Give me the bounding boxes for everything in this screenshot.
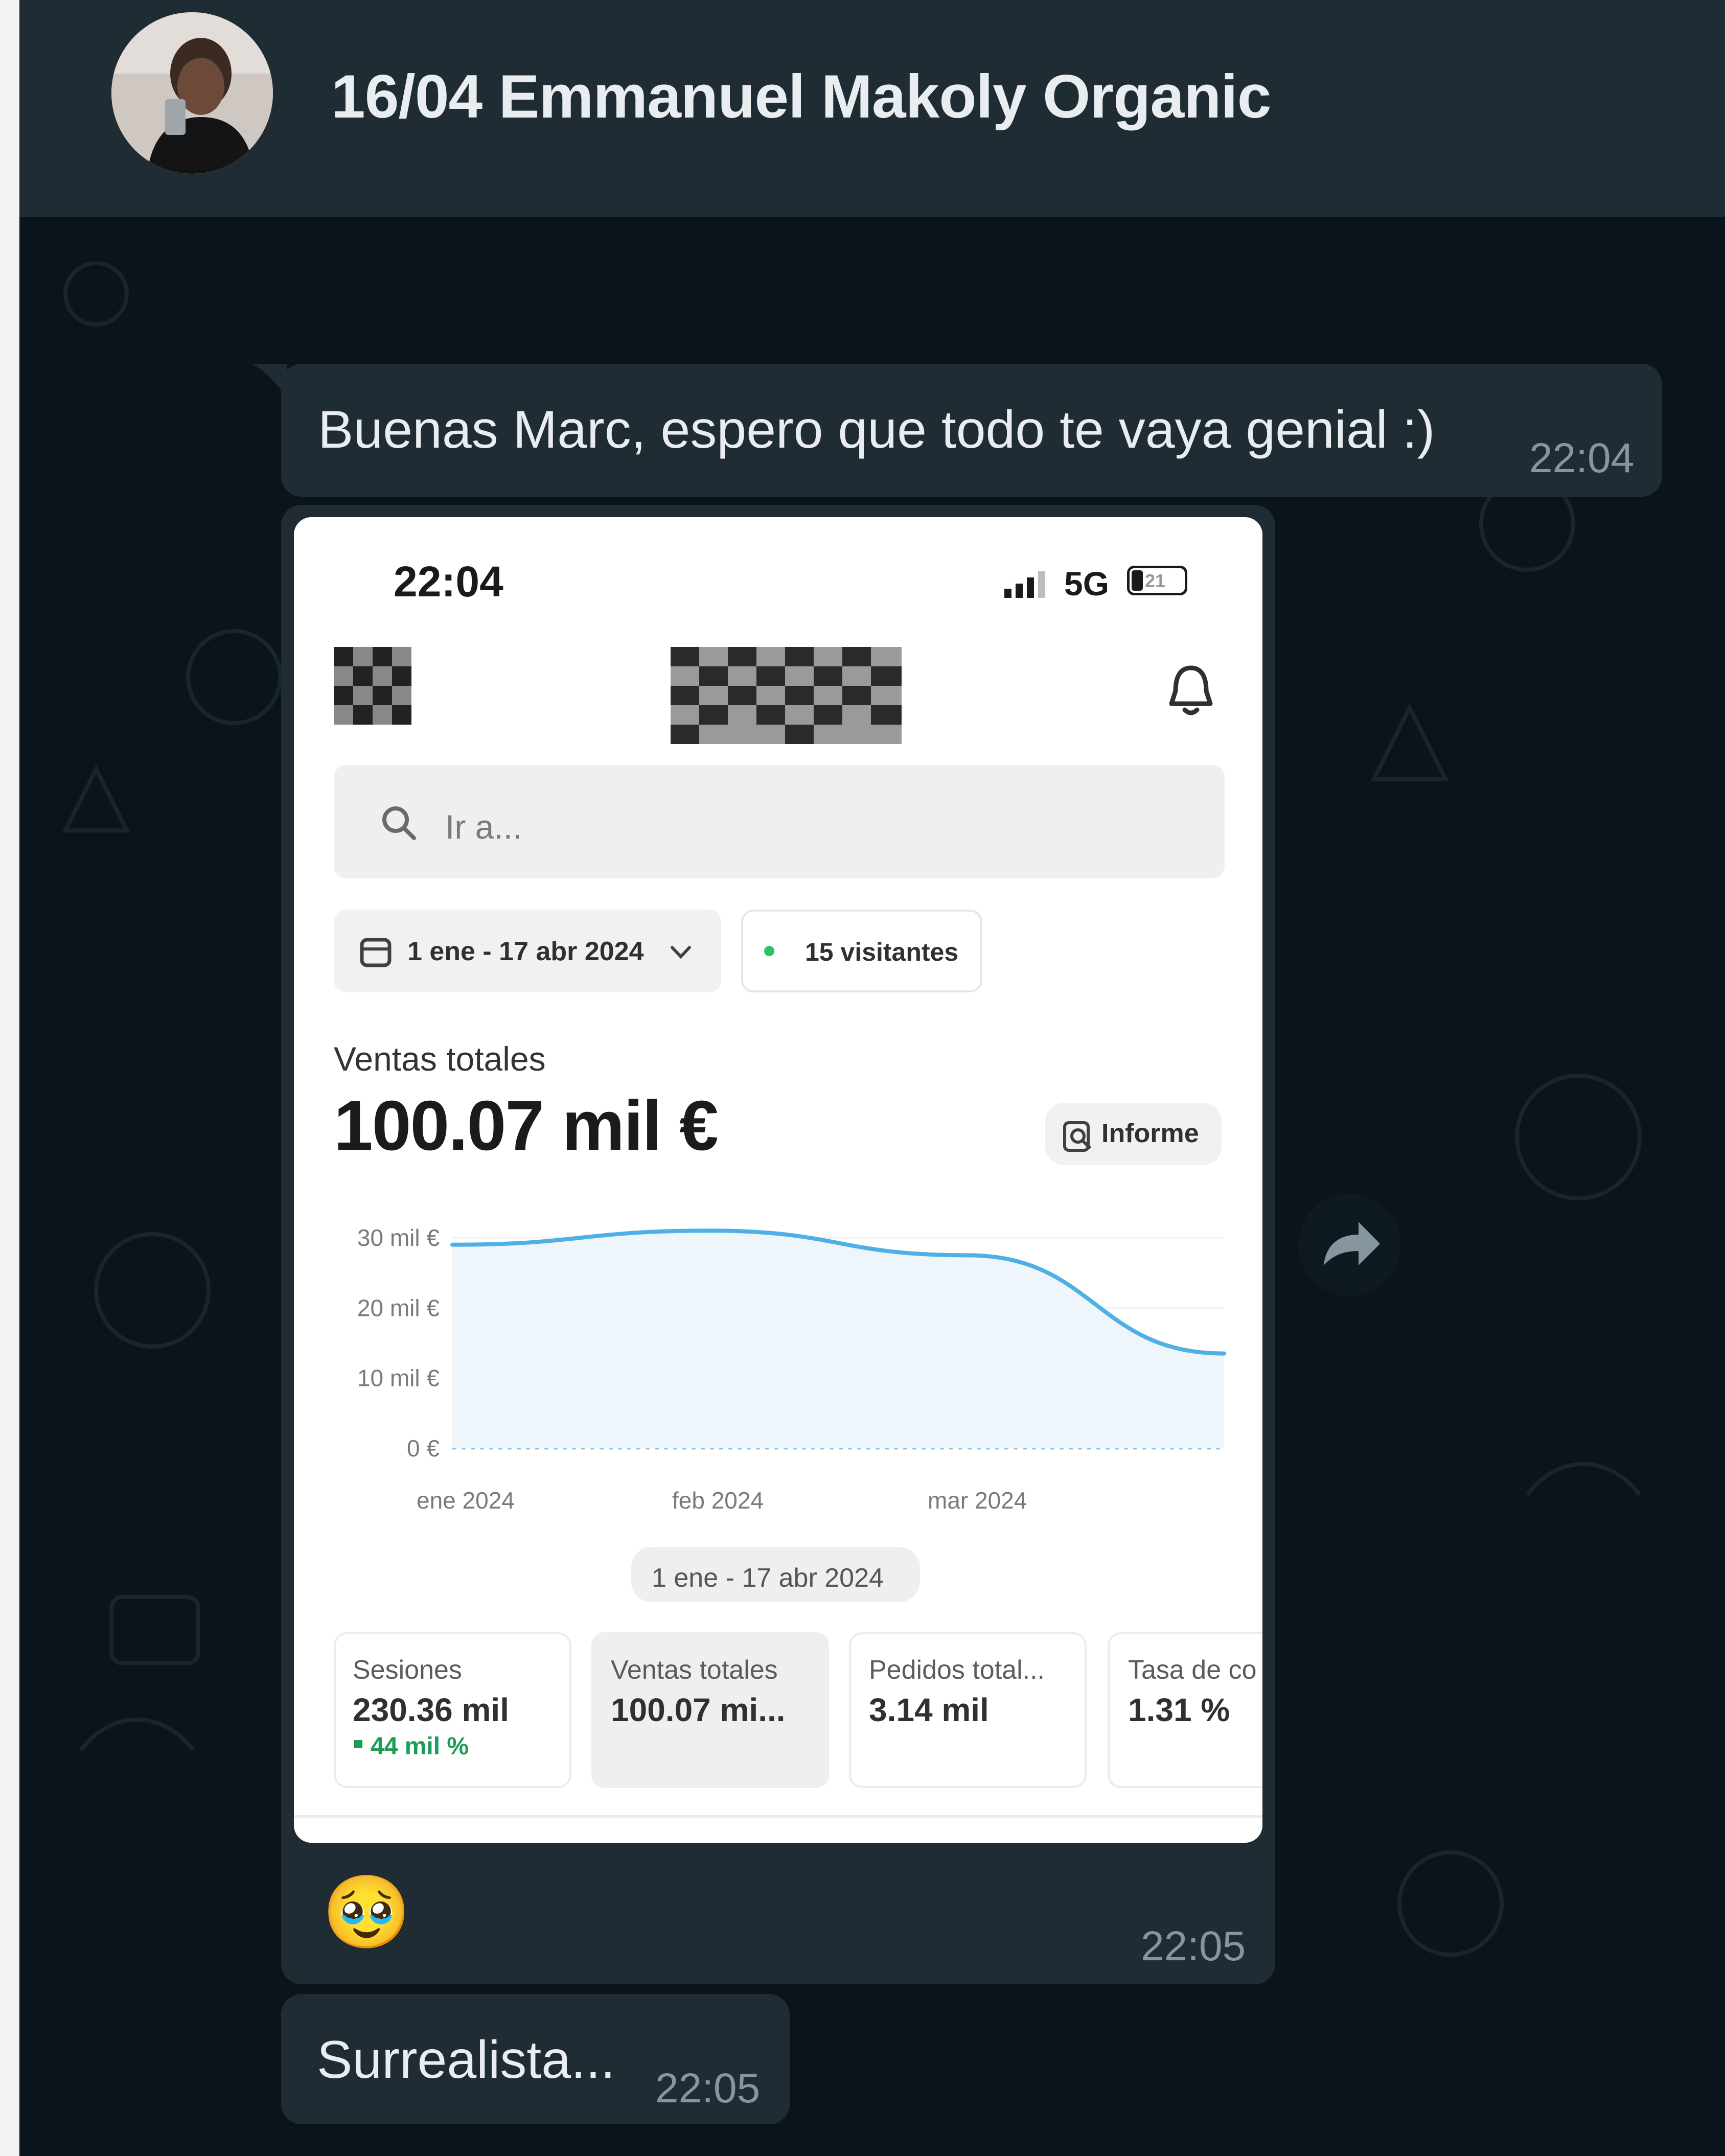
- chart-x-tick-label: feb 2024: [672, 1487, 764, 1514]
- sales-chart: 30 mil € 20 mil € 10 mil € 0 € ene 2024 feb …: [357, 1224, 1226, 1514]
- shared-screenshot[interactable]: 22:04 5G 21 Ir a... 1 ene - 17 abr 2024 …: [294, 517, 1262, 1843]
- metric-card-title: Ventas totales: [611, 1655, 778, 1685]
- report-icon: [1063, 1121, 1092, 1152]
- battery-level: 21: [1145, 570, 1166, 591]
- network-label: 5G: [1064, 565, 1110, 602]
- metric-card-value: 1.31 %: [1128, 1691, 1230, 1728]
- metric-card-title: Pedidos total...: [869, 1655, 1045, 1685]
- contact-avatar[interactable]: [111, 12, 273, 174]
- chart-y-tick-label: 10 mil €: [357, 1365, 440, 1392]
- window-edge: [0, 0, 19, 2156]
- metric-card-title: Sesiones: [353, 1655, 462, 1685]
- forward-icon: [1324, 1222, 1380, 1265]
- metric-card-value: 230.36 mil: [353, 1691, 509, 1728]
- metric-card-title: Tasa de co: [1128, 1655, 1257, 1685]
- chart-y-tick-label: 0 €: [407, 1435, 440, 1462]
- chevron-down-icon: [671, 946, 691, 959]
- calendar-icon: [360, 938, 392, 967]
- chart-x-tick-label: ene 2024: [417, 1487, 515, 1514]
- status-time: 22:04: [394, 558, 503, 606]
- date-range-label: 1 ene - 17 abr 2024: [407, 937, 644, 966]
- metric-card-value: 3.14 mil: [869, 1691, 989, 1728]
- search-icon: [382, 806, 416, 840]
- total-sales-label: Ventas totales: [334, 1040, 546, 1078]
- bell-icon[interactable]: [1165, 663, 1216, 719]
- divider: [294, 1815, 1262, 1818]
- store-logo-pixelated: [334, 647, 411, 725]
- chart-y-tick-label: 20 mil €: [357, 1294, 440, 1321]
- range-footer-label: 1 ene - 17 abr 2024: [652, 1563, 884, 1593]
- total-sales-value: 100.07 mil €: [334, 1086, 719, 1165]
- message-time: 22:04: [1529, 435, 1635, 481]
- trend-up-icon: [354, 1740, 362, 1748]
- chat-header: 16/04 Emmanuel Makoly Organic: [19, 0, 1725, 217]
- signal-icon: [1004, 571, 1045, 598]
- live-dot-icon: [764, 946, 774, 956]
- message-time: 22:05: [1141, 1923, 1246, 1969]
- store-name-pixelated: [671, 647, 902, 744]
- forward-button[interactable]: [1298, 1194, 1400, 1296]
- metric-card-delta: 44 mil %: [371, 1733, 469, 1760]
- chart-area-fill: [452, 1231, 1224, 1448]
- chart-x-tick-label: mar 2024: [928, 1487, 1027, 1514]
- message-text: Surrealista...: [317, 2030, 615, 2090]
- visitors-label: 15 visitantes: [805, 938, 959, 966]
- metric-card-value: 100.07 mi...: [611, 1691, 786, 1728]
- message-time: 22:05: [655, 2065, 761, 2112]
- report-label: Informe: [1101, 1119, 1199, 1148]
- battery-icon: 21: [1127, 566, 1187, 595]
- search-placeholder: Ir a...: [445, 808, 522, 846]
- chart-y-tick-label: 30 mil €: [357, 1224, 440, 1251]
- emoji-reaction: 🥹: [322, 1872, 411, 1952]
- chat-title[interactable]: 16/04 Emmanuel Makoly Organic: [331, 61, 1271, 132]
- message-text: Buenas Marc, espero que todo te vaya gen…: [318, 400, 1435, 459]
